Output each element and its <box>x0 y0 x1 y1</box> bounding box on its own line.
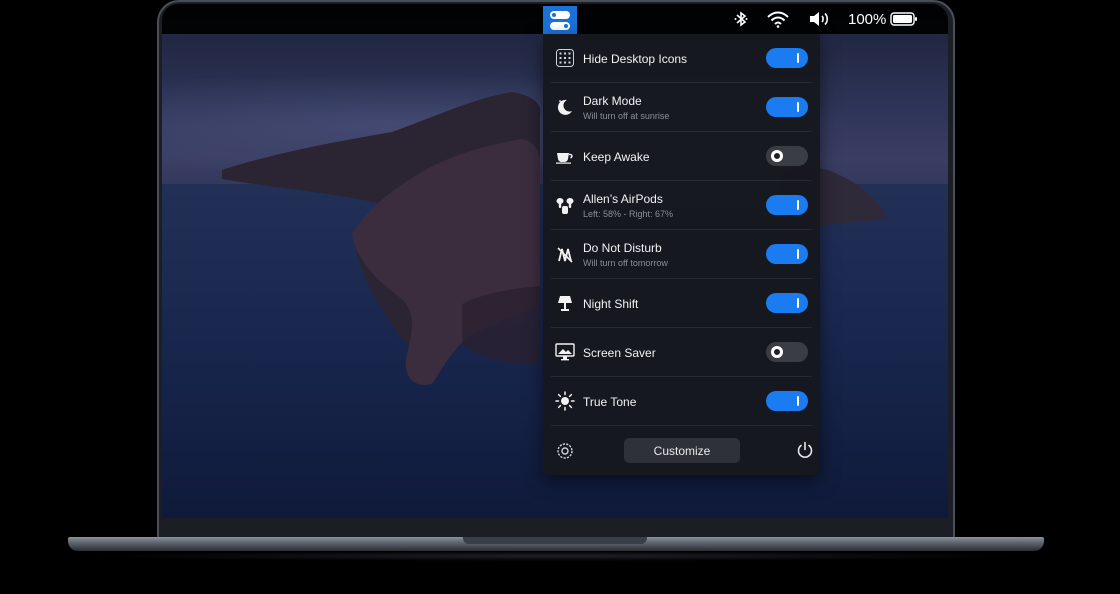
toggle-row-true-tone[interactable]: True Tone <box>551 377 812 426</box>
quick-toggles-panel: Hide Desktop Icons Dark Mode Will turn o… <box>543 34 820 475</box>
toggle-label: True Tone <box>583 395 637 409</box>
monitor-icon <box>555 342 575 362</box>
toggle-row-hide-desktop-icons[interactable]: Hide Desktop Icons <box>551 34 812 83</box>
laptop-notch <box>463 537 647 544</box>
airpods-icon <box>555 195 575 215</box>
power-icon[interactable] <box>796 441 814 459</box>
toggle-switch-dark-mode[interactable] <box>766 97 808 117</box>
toggle-row-do-not-disturb[interactable]: Do Not Disturb Will turn off tomorrow <box>551 230 812 279</box>
laptop-shadow <box>80 551 1030 561</box>
battery-icon[interactable] <box>890 10 918 28</box>
toggle-label: Keep Awake <box>583 150 650 164</box>
bluetooth-icon[interactable] <box>734 10 748 28</box>
moon-icon <box>555 97 575 117</box>
lamp-icon <box>555 293 575 313</box>
toggles-app-menu-icon[interactable] <box>543 6 577 34</box>
toggle-switch-keep-awake[interactable] <box>766 146 808 166</box>
volume-icon[interactable] <box>808 10 830 28</box>
toggle-switch-do-not-disturb[interactable] <box>766 244 808 264</box>
toggle-label: Dark Mode <box>583 94 642 108</box>
toggle-row-airpods[interactable]: Allen’s AirPods Left: 58% - Right: 67% <box>551 181 812 230</box>
battery-percent: 100% <box>848 10 887 28</box>
wifi-icon[interactable] <box>766 10 790 28</box>
toggle-label: Hide Desktop Icons <box>583 52 688 66</box>
toggle-label: Night Shift <box>583 297 639 311</box>
toggle-switch-airpods[interactable] <box>766 195 808 215</box>
toggle-sublabel: Left: 58% - Right: 67% <box>583 209 674 219</box>
toggle-row-night-shift[interactable]: Night Shift <box>551 279 812 328</box>
customize-button[interactable]: Customize <box>624 438 740 463</box>
toggle-sublabel: Will turn off tomorrow <box>583 258 668 268</box>
toggle-row-keep-awake[interactable]: Keep Awake <box>551 132 812 181</box>
toggle-switch-true-tone[interactable] <box>766 391 808 411</box>
toggle-label: Do Not Disturb <box>583 241 662 255</box>
panel-footer: Customize <box>551 431 814 471</box>
sun-icon <box>555 391 575 411</box>
toggle-row-screen-saver[interactable]: Screen Saver <box>551 328 812 377</box>
toggle-label: Allen’s AirPods <box>583 192 663 206</box>
coffee-cup-icon <box>555 146 575 166</box>
gear-icon[interactable] <box>556 442 574 460</box>
toggle-label: Screen Saver <box>583 346 656 360</box>
toggle-switch-night-shift[interactable] <box>766 293 808 313</box>
do-not-disturb-icon <box>555 244 575 264</box>
toggle-row-dark-mode[interactable]: Dark Mode Will turn off at sunrise <box>551 83 812 132</box>
toggle-sublabel: Will turn off at sunrise <box>583 111 670 121</box>
toggle-switch-screen-saver[interactable] <box>766 342 808 362</box>
toggle-switch-hide-desktop-icons[interactable] <box>766 48 808 68</box>
grid-icon <box>555 48 575 68</box>
